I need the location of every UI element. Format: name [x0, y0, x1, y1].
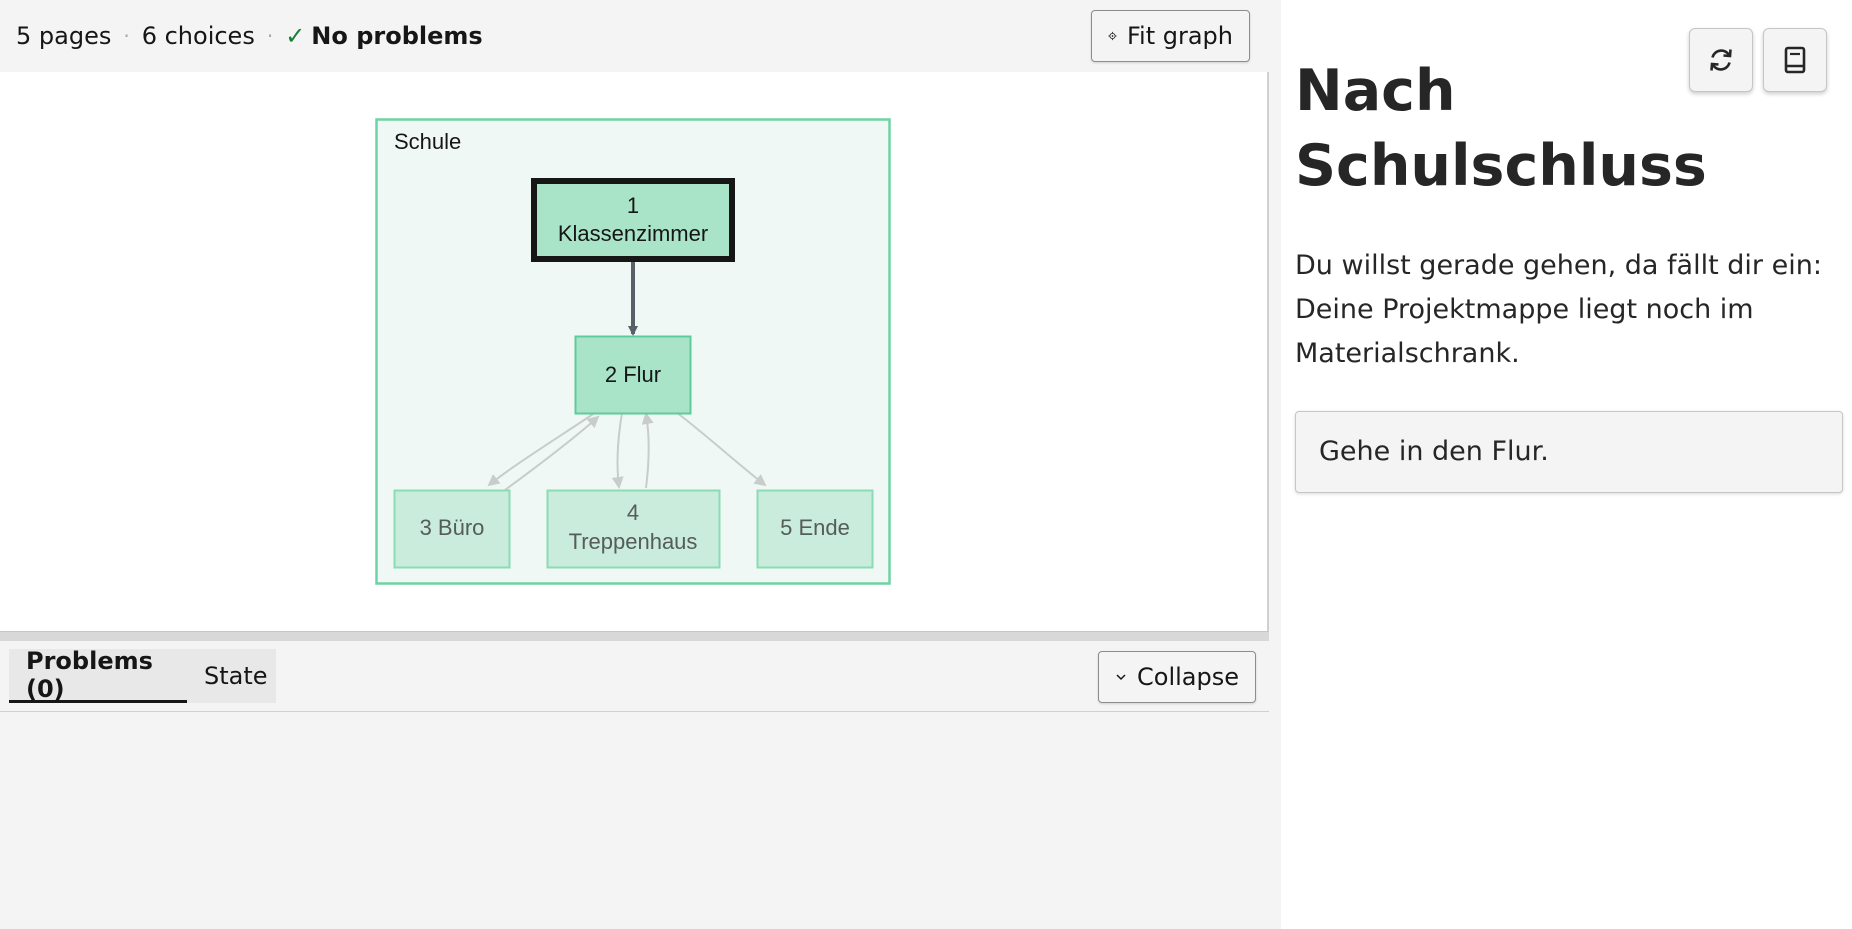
group-label: Schule	[394, 129, 461, 154]
node-4-label: Treppenhaus	[569, 529, 698, 554]
book-button[interactable]	[1763, 28, 1827, 92]
problems-status: No problems	[311, 22, 483, 50]
editor-pane: 5 pages · 6 choices · ✓ No problems Fit …	[0, 0, 1281, 929]
node-5-label: 5 Ende	[780, 515, 850, 540]
choice-button[interactable]: Gehe in den Flur.	[1295, 411, 1843, 493]
node-2-label: 2 Flur	[605, 362, 661, 387]
tab-problems[interactable]: Problems (0)	[9, 647, 187, 703]
checkmark-icon: ✓	[285, 22, 306, 50]
story-stats: 5 pages · 6 choices · ✓ No problems	[16, 22, 483, 50]
book-icon	[1784, 46, 1806, 74]
story-preview: Nach Schulschluss Du willst gerade gehen…	[1281, 0, 1852, 929]
story-graph[interactable]: Schule 1 Klassenzimmer 2 Flur 3 Büro 4 T…	[0, 72, 1269, 631]
node-3-label: 3 Büro	[420, 515, 485, 540]
pages-count: 5 pages	[16, 22, 112, 50]
collapse-label: Collapse	[1137, 663, 1239, 691]
bottom-tabs: Problems (0) State	[0, 641, 1269, 712]
refresh-icon	[1710, 49, 1732, 71]
graph-canvas[interactable]: Schule 1 Klassenzimmer 2 Flur 3 Büro 4 T…	[0, 72, 1267, 631]
problems-panel	[0, 712, 1269, 929]
node-4-number: 4	[627, 500, 639, 525]
restart-button[interactable]	[1689, 28, 1753, 92]
page-text: Du willst gerade gehen, da fällt dir ein…	[1295, 250, 1822, 369]
graph-toolbar: 5 pages · 6 choices · ✓ No problems Fit …	[0, 0, 1269, 73]
separator-dot: ·	[123, 24, 130, 48]
fit-graph-label: Fit graph	[1126, 22, 1233, 50]
collapse-button[interactable]: Collapse	[1098, 651, 1256, 703]
tab-state[interactable]: State	[187, 649, 276, 703]
node-1-number: 1	[627, 193, 639, 218]
separator-dot: ·	[266, 24, 274, 48]
crosshair-icon	[1108, 31, 1117, 41]
node-1-label: Klassenzimmer	[558, 221, 708, 246]
fit-graph-button[interactable]: Fit graph	[1091, 10, 1250, 62]
page-title: Nach Schulschluss	[1295, 58, 1707, 199]
choices-count: 6 choices	[141, 22, 255, 50]
chevron-down-icon	[1116, 674, 1126, 681]
